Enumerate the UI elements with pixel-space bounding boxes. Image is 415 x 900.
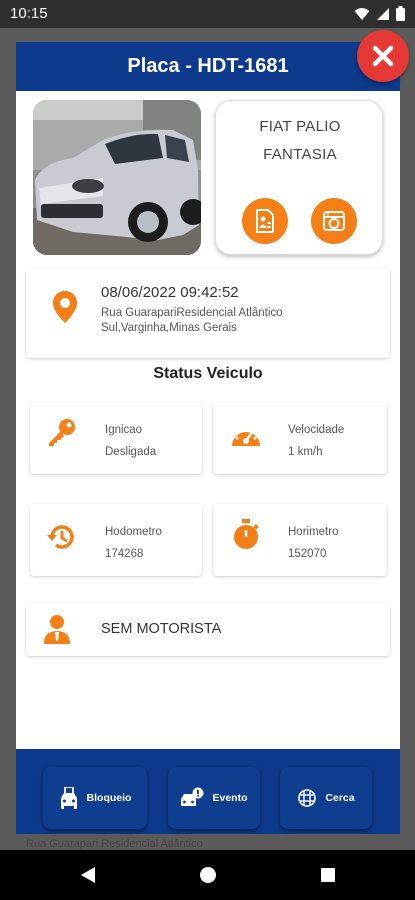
odometer-value: 174268: [105, 548, 144, 560]
driver-card[interactable]: SEM MOTORISTA: [26, 603, 390, 656]
camera-button[interactable]: [311, 198, 357, 244]
camera-icon: [323, 211, 345, 231]
location-address: Rua GuarapariResidencial Atlântico Sul,V…: [101, 307, 283, 334]
hourmeter-value: 152070: [288, 548, 327, 560]
key-icon: [44, 416, 78, 450]
signal-icon: [377, 7, 389, 20]
ignition-card: Ignicao Desligada: [30, 402, 202, 474]
fence-label: Cerca: [325, 792, 355, 804]
odometer-card: Hodometro 174268: [30, 504, 202, 576]
home-icon: [200, 867, 216, 883]
recents-icon: [321, 868, 335, 882]
home-button[interactable]: [196, 863, 220, 887]
speedometer-icon: [229, 418, 263, 452]
battery-icon: [396, 6, 405, 21]
vehicle-model-card: FIAT PALIO FANTASIA: [215, 100, 383, 255]
back-icon: [81, 867, 95, 883]
ignition-label: Ignicao: [105, 424, 143, 436]
speed-label: Velocidade: [288, 424, 345, 436]
event-car-icon: [181, 787, 204, 806]
vehicle-model-line2: FANTASIA: [263, 146, 337, 163]
action-bar: Bloqueio Evento Cerca: [16, 749, 400, 834]
history-icon: [44, 520, 78, 554]
hourmeter-label: Horimetro: [288, 526, 339, 538]
stopwatch-icon: [229, 518, 263, 552]
driver-icon: [40, 612, 74, 646]
fence-button[interactable]: Cerca: [280, 767, 372, 829]
event-label: Evento: [212, 792, 248, 804]
close-icon: [372, 45, 394, 67]
document-button[interactable]: [242, 198, 288, 244]
back-button[interactable]: [76, 863, 100, 887]
recents-button[interactable]: [316, 863, 340, 887]
hourmeter-card: Horimetro 152070: [213, 504, 387, 576]
block-car-icon: [60, 787, 77, 809]
modal-header: Placa - HDT-1681: [16, 42, 400, 91]
odometer-label: Hodometro: [105, 526, 162, 538]
speed-value: 1 km/h: [288, 446, 323, 458]
status-bar: 10:15: [0, 0, 415, 28]
location-card[interactable]: 08/06/2022 09:42:52 Rua GuarapariResiden…: [26, 268, 390, 358]
vehicle-photo: [33, 100, 201, 255]
location-pin-icon: [48, 290, 82, 324]
block-label: Bloqueio: [86, 792, 132, 804]
location-datetime: 08/06/2022 09:42:52: [101, 284, 239, 301]
background-text: Rua Guarapari Residencial Atlântico: [26, 838, 203, 850]
vehicle-model: FIAT PALIO FANTASIA: [216, 113, 384, 169]
ignition-value: Desligada: [105, 446, 157, 458]
status-time: 10:15: [10, 5, 48, 22]
status-icons: [354, 6, 405, 21]
vehicle-model-line1: FIAT PALIO: [259, 118, 341, 135]
system-nav-bar: [0, 850, 415, 900]
event-button[interactable]: Evento: [168, 767, 260, 829]
status-section-title: Status Veiculo: [153, 365, 263, 382]
fence-icon: [298, 789, 317, 807]
modal-title: Placa - HDT-1681: [127, 55, 289, 77]
speed-card: Velocidade 1 km/h: [213, 402, 387, 474]
driver-text: SEM MOTORISTA: [101, 621, 222, 637]
block-button[interactable]: Bloqueio: [43, 767, 147, 829]
close-button[interactable]: [357, 30, 409, 82]
wifi-icon: [354, 7, 370, 20]
vehicle-modal: Placa - HDT-1681 FIAT PALIO FANTASIA 08/…: [16, 42, 400, 834]
document-icon: [256, 209, 274, 233]
